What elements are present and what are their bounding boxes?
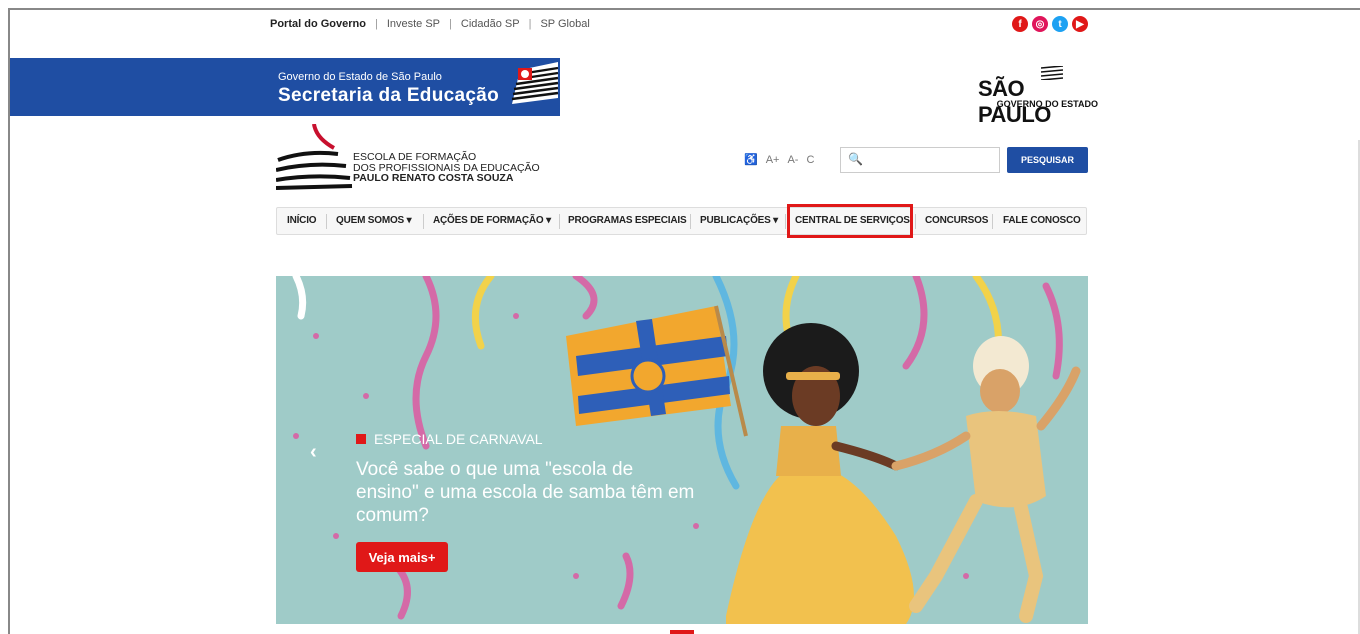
carousel-indicator[interactable] xyxy=(670,630,694,634)
search-button[interactable]: PESQUISAR xyxy=(1007,147,1088,173)
logo-line1: ESCOLA DE FORMAÇÃO xyxy=(353,151,477,163)
sp-logo-subtitle: GOVERNO DO ESTADO xyxy=(996,99,1098,109)
hero-carousel: ‹ ESPECIAL DE CARNAVAL Você sabe o que u… xyxy=(276,276,1088,624)
accessibility-icon[interactable]: ♿ xyxy=(744,153,758,166)
search-box: 🔍 xyxy=(840,147,1000,173)
link-investe-sp[interactable]: Investe SP xyxy=(387,18,440,30)
twitter-icon[interactable]: t xyxy=(1052,16,1068,32)
main-nav: INÍCIO QUEM SOMOS ▾ AÇÕES DE FORMAÇÃO ▾ … xyxy=(276,207,1087,235)
nav-item-inicio[interactable]: INÍCIO xyxy=(287,215,317,226)
secretaria-banner[interactable]: Governo do Estado de São Paulo Secretari… xyxy=(10,58,560,116)
youtube-icon[interactable]: ▶ xyxy=(1072,16,1088,32)
font-increase-button[interactable]: A+ xyxy=(766,154,780,166)
nav-item-acoes-de-formacao[interactable]: AÇÕES DE FORMAÇÃO ▾ xyxy=(433,215,551,226)
gov-links: Portal do Governo | Investe SP | Cidadão… xyxy=(270,18,590,30)
search-icon: 🔍 xyxy=(848,152,863,166)
logo-line3: PAULO RENATO COSTA SOUZA xyxy=(353,172,514,184)
nav-item-programas-especiais[interactable]: PROGRAMAS ESPECIAIS xyxy=(568,215,687,226)
nav-divider xyxy=(915,214,916,229)
font-decrease-button[interactable]: A- xyxy=(787,154,798,166)
school-logo[interactable]: ESCOLA DE FORMAÇÃO DOS PROFISSIONAIS DA … xyxy=(276,124,556,190)
header-banner: Governo do Estado de São Paulo Secretari… xyxy=(10,58,1360,127)
link-portal-governo[interactable]: Portal do Governo xyxy=(270,18,366,30)
highlight-box xyxy=(787,204,913,238)
banner-title: Secretaria da Educação xyxy=(278,85,499,106)
nav-divider xyxy=(785,214,786,229)
gov-top-bar: Portal do Governo | Investe SP | Cidadão… xyxy=(268,14,1088,38)
nav-divider xyxy=(423,214,424,229)
banner-subtitle: Governo do Estado de São Paulo xyxy=(278,71,442,83)
hero-tag: ESPECIAL DE CARNAVAL xyxy=(356,431,543,447)
nav-item-quem-somos[interactable]: QUEM SOMOS ▾ xyxy=(336,215,412,226)
accessibility-tools: ♿ A+ A- C xyxy=(744,153,814,167)
separator: | xyxy=(528,18,532,30)
veja-mais-button[interactable]: Veja mais+ xyxy=(356,542,448,572)
school-logo-text: ESCOLA DE FORMAÇÃO DOS PROFISSIONAIS DA … xyxy=(353,152,540,184)
sao-paulo-logo[interactable]: SÃO PAULO GOVERNO DO ESTADO xyxy=(978,66,1098,127)
school-logo-icon xyxy=(276,124,353,190)
nav-item-concursos[interactable]: CONCURSOS xyxy=(925,215,988,226)
tag-square-icon xyxy=(356,434,366,444)
separator: | xyxy=(374,18,378,30)
nav-divider xyxy=(326,214,327,229)
nav-divider xyxy=(559,214,560,229)
hero-tag-label: ESPECIAL DE CARNAVAL xyxy=(374,431,543,447)
link-sp-global[interactable]: SP Global xyxy=(540,18,589,30)
carousel-prev-button[interactable]: ‹ xyxy=(310,441,317,464)
nav-divider xyxy=(690,214,691,229)
nav-item-fale-conosco[interactable]: FALE CONOSCO xyxy=(1003,215,1081,226)
nav-divider xyxy=(992,214,993,229)
separator: | xyxy=(449,18,452,30)
nav-item-publicacoes[interactable]: PUBLICAÇÕES ▾ xyxy=(700,215,778,226)
link-cidadao-sp[interactable]: Cidadão SP xyxy=(461,18,520,30)
instagram-icon[interactable]: ◎ xyxy=(1032,16,1048,32)
hero-headline[interactable]: Você sabe o que uma "escola de ensino" e… xyxy=(356,458,696,527)
contrast-button[interactable]: C xyxy=(806,154,814,166)
facebook-icon[interactable]: f xyxy=(1012,16,1028,32)
search-input[interactable] xyxy=(865,150,999,172)
social-icons: f ◎ t ▶ xyxy=(1012,16,1088,32)
sp-flag-icon xyxy=(511,62,559,104)
